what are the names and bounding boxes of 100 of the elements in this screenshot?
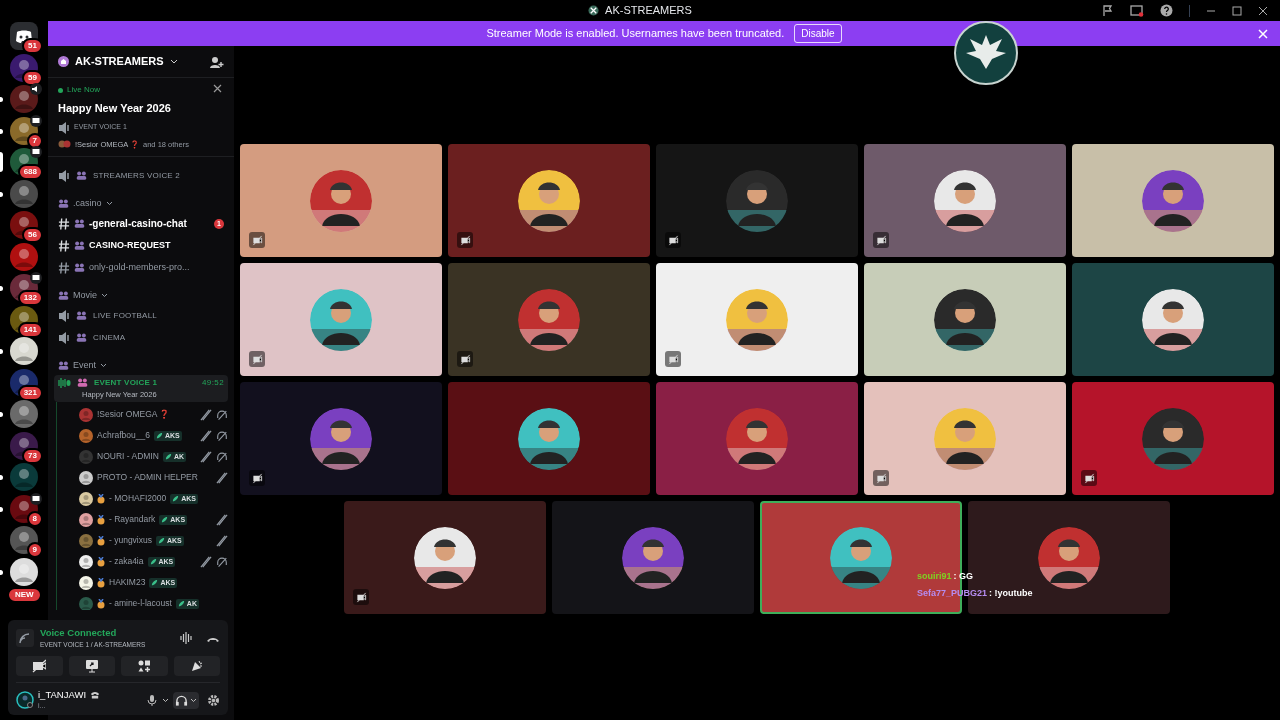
event-title: Happy New Year 2026 xyxy=(58,101,172,116)
speaker-icon xyxy=(58,120,70,135)
people-icon xyxy=(58,290,69,302)
signal-icon xyxy=(16,629,34,647)
camera-off-button[interactable] xyxy=(16,656,63,676)
video-tile[interactable] xyxy=(1072,144,1274,257)
settings-icon[interactable] xyxy=(207,693,220,707)
video-tile[interactable] xyxy=(1072,382,1274,495)
soundboard-button[interactable] xyxy=(173,656,220,676)
close-icon[interactable] xyxy=(1258,5,1268,16)
speaker-icon xyxy=(58,330,70,345)
video-tile[interactable] xyxy=(344,501,546,614)
member-name[interactable]: PROTO - ADMIN HELPER xyxy=(97,471,198,484)
chat-message: : !youtube xyxy=(989,586,1033,600)
share-screen-button[interactable] xyxy=(68,656,115,676)
people-icon xyxy=(58,360,69,372)
member-name[interactable]: - yungvixus xyxy=(109,534,152,547)
channel-name[interactable]: -general-casino-chat xyxy=(89,216,187,232)
count-badge: 688 xyxy=(17,164,43,180)
member-name[interactable]: HAKIM23 xyxy=(109,576,146,589)
video-tile[interactable] xyxy=(864,382,1066,495)
people-icon xyxy=(74,218,85,230)
headset-button[interactable] xyxy=(173,691,199,709)
camera-off-icon xyxy=(32,659,47,673)
username[interactable]: i_TANJAWI xyxy=(38,689,87,700)
app-icon xyxy=(588,5,600,16)
channel-name[interactable]: LIVE FOOTBALL xyxy=(93,309,157,322)
people-icon xyxy=(58,198,69,210)
member-name[interactable]: - MOHAFI2000 xyxy=(109,492,167,505)
member-name[interactable]: Achrafbou__6 xyxy=(97,429,150,442)
member-name[interactable]: !Sesior OMEGA ❓ xyxy=(97,408,171,421)
leaf-icon xyxy=(149,558,157,565)
chevron-icon[interactable] xyxy=(100,363,107,369)
video-tile[interactable] xyxy=(240,263,442,376)
video-tile[interactable] xyxy=(1072,263,1274,376)
live-dot-icon xyxy=(58,87,63,93)
headset-icon xyxy=(175,693,188,707)
inbox-icon[interactable] xyxy=(1130,4,1144,17)
member-name[interactable]: - zaka4ia xyxy=(109,555,144,568)
leaf-icon xyxy=(158,537,165,544)
chevron-icon[interactable] xyxy=(162,697,169,703)
category-name[interactable]: Event xyxy=(73,359,96,373)
people-icon xyxy=(74,240,85,252)
member-name[interactable]: NOURI - ADMIN xyxy=(97,450,159,463)
video-tile[interactable] xyxy=(240,144,442,257)
chevron-icon xyxy=(190,697,197,703)
activities-icon xyxy=(137,659,152,673)
video-tile[interactable] xyxy=(448,382,650,495)
server-logo xyxy=(954,21,1018,85)
video-tile[interactable] xyxy=(448,144,650,257)
channel-name: EVENT VOICE 1 xyxy=(94,376,158,389)
people-icon xyxy=(77,377,88,389)
video-tile[interactable] xyxy=(240,382,442,495)
channel-name[interactable]: only-gold-members-pro... xyxy=(89,261,190,275)
live-status: Live Now xyxy=(67,84,100,96)
count-badge: NEW xyxy=(7,586,42,603)
leaf-icon xyxy=(151,579,159,586)
chevron-icon[interactable] xyxy=(105,201,113,207)
flag-icon[interactable] xyxy=(1102,4,1114,17)
help-icon[interactable] xyxy=(1160,4,1173,17)
invite-icon[interactable] xyxy=(210,55,224,68)
member-name[interactable]: - amine-l-lacoust xyxy=(109,597,172,610)
maximize-icon[interactable] xyxy=(1232,5,1242,16)
hash-icon xyxy=(58,216,70,231)
leaf-icon xyxy=(177,600,185,607)
window-title: AK-STREAMERS xyxy=(605,3,692,19)
channel-name[interactable]: STREAMERS VOICE 2 xyxy=(93,169,180,182)
disable-button[interactable]: Disable xyxy=(794,24,842,43)
category-name[interactable]: Movie xyxy=(73,289,97,303)
video-tile[interactable] xyxy=(656,382,858,495)
chevron-icon[interactable] xyxy=(169,59,178,64)
member-name[interactable]: - Rayandark xyxy=(109,513,156,526)
category-name[interactable]: .casino xyxy=(73,197,102,211)
close-icon[interactable] xyxy=(213,84,222,93)
video-tile[interactable] xyxy=(864,263,1066,376)
phone-icon xyxy=(90,690,101,699)
server-icon xyxy=(58,56,69,67)
microphone-icon[interactable] xyxy=(146,693,158,707)
people-icon xyxy=(76,170,87,182)
leaf-icon xyxy=(161,516,169,523)
video-tile[interactable] xyxy=(864,144,1066,257)
channel-name[interactable]: CASINO-REQUEST xyxy=(89,239,171,253)
people-icon xyxy=(74,262,85,274)
speaker-icon xyxy=(58,168,70,183)
channel-name[interactable]: CINEMA xyxy=(93,331,126,344)
speaker-icon xyxy=(58,308,70,323)
video-tile[interactable] xyxy=(448,263,650,376)
video-tile[interactable] xyxy=(656,144,858,257)
server-name[interactable]: AK-STREAMERS xyxy=(75,53,164,70)
count-badge: 132 xyxy=(17,290,43,306)
video-tile[interactable] xyxy=(552,501,754,614)
chevron-icon[interactable] xyxy=(101,293,108,299)
soundboard-icon xyxy=(189,659,204,673)
count-badge: 51 xyxy=(22,38,43,54)
activities-button[interactable] xyxy=(121,656,168,676)
count-badge: 56 xyxy=(22,227,43,243)
connection-status[interactable]: Voice Connected xyxy=(40,626,146,641)
video-tile[interactable] xyxy=(656,263,858,376)
chat-username: souiri91 xyxy=(917,570,952,583)
leaf-icon xyxy=(155,432,163,439)
